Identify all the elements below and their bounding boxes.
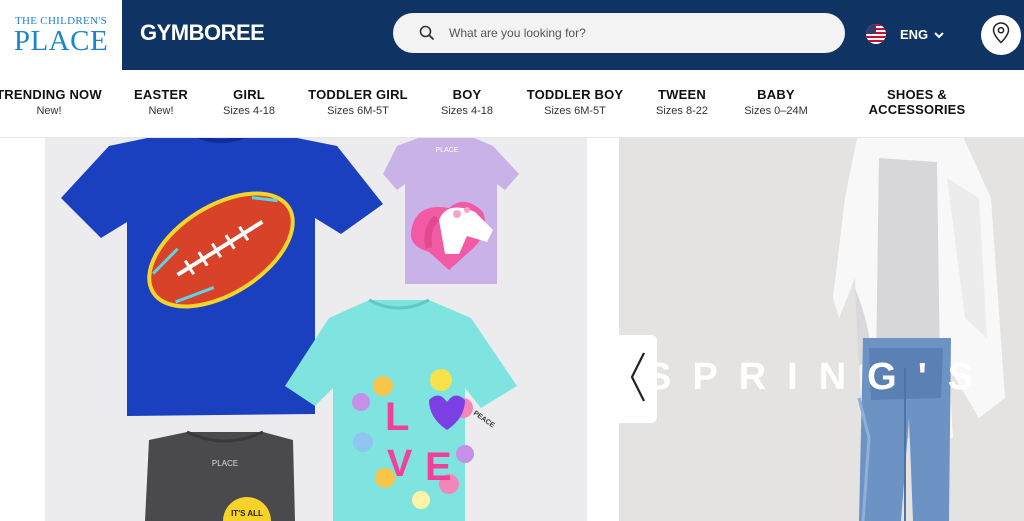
nav-item-subtitle: Sizes 6M-5T [327, 105, 389, 117]
nav-item-title: GIRL [233, 87, 265, 102]
logo-big-text: PLACE [13, 25, 109, 57]
shirt-tag: PLACE [212, 459, 238, 468]
graphic-tees-image: PLACE L V E PEACE PLACE IT'S ALL [61, 138, 519, 521]
nav-item-shoes-accessories[interactable]: SHOES & ACCESSORIES [869, 87, 966, 117]
nav-item-toddler-girl[interactable]: TODDLER GIRL Sizes 6M-5T [308, 87, 408, 118]
spring-promo[interactable] [619, 138, 1024, 521]
language-label: ENG [900, 26, 929, 42]
nav-item-title: TWEEN [658, 87, 706, 102]
nav-item-title: TODDLER BOY [526, 87, 624, 102]
nav-item-baby[interactable]: BABY Sizes 0–24M [744, 87, 808, 118]
nav-item-title: TRENDING NOW [0, 87, 102, 102]
spring-model-image [833, 138, 1005, 521]
nav-item-subtitle: Sizes 8-22 [656, 105, 708, 117]
nav-item-title: EASTER [134, 87, 188, 102]
search-bar[interactable] [393, 13, 845, 53]
shirt-tag: PLACE [436, 147, 459, 154]
location-pin-icon [992, 21, 1010, 49]
nav-item-subtitle: Sizes 6M-5T [544, 105, 606, 117]
hero-carousel: PLACE L V E PEACE PLACE IT'S ALL SPRING'… [0, 138, 1024, 521]
love-letter-e: E [425, 445, 452, 489]
site-header: THE CHILDREN'S PLACE GYMBOREE ENG [0, 0, 1024, 70]
store-locator-button[interactable] [981, 15, 1021, 55]
main-navigation: TRENDING NOW New! EASTER New! GIRL Sizes… [0, 70, 1024, 138]
nav-item-girl[interactable]: GIRL Sizes 4-18 [223, 87, 275, 118]
nav-item-title: SHOES & [887, 87, 947, 102]
search-icon[interactable] [417, 23, 437, 43]
nav-item-title: TODDLER GIRL [308, 87, 408, 102]
nav-item-title: BOY [452, 87, 482, 102]
badge-text: IT'S ALL [231, 509, 263, 518]
language-selector[interactable]: ENG [866, 24, 944, 44]
chevron-down-icon [934, 27, 944, 42]
nav-item-subtitle: Sizes 4-18 [223, 105, 275, 117]
slide-headline: SPRING'S IT [646, 356, 1024, 398]
grey-shirt [145, 432, 295, 521]
love-letter-v: V [387, 443, 413, 485]
gymboree-logo[interactable]: GYMBOREE [140, 20, 265, 46]
nav-item-toddler-boy[interactable]: TODDLER BOY Sizes 6M-5T [527, 87, 624, 118]
search-input[interactable] [449, 26, 809, 40]
peace-text: PEACE [472, 410, 496, 430]
nav-item-easter[interactable]: EASTER New! [134, 87, 188, 118]
nav-item-boy[interactable]: BOY Sizes 4-18 [441, 87, 493, 118]
nav-item-title-line2: ACCESSORIES [868, 102, 966, 117]
childrens-place-logo[interactable]: THE CHILDREN'S PLACE [0, 0, 122, 70]
nav-item-subtitle: Sizes 0–24M [744, 105, 808, 117]
graphic-tees-promo[interactable]: PLACE L V E PEACE PLACE IT'S ALL [45, 138, 587, 521]
love-letter-l: L [385, 395, 409, 439]
nav-item-subtitle: New! [36, 105, 62, 117]
us-flag-icon [866, 24, 886, 44]
nav-item-subtitle: Sizes 4-18 [441, 105, 493, 117]
chevron-left-icon [630, 351, 646, 408]
carousel-prev-button[interactable] [619, 335, 657, 423]
nav-item-title: BABY [757, 87, 795, 102]
nav-item-trending-now[interactable]: TRENDING NOW New! [0, 87, 102, 118]
nav-item-tween[interactable]: TWEEN Sizes 8-22 [656, 87, 708, 118]
nav-item-subtitle: New! [148, 105, 174, 117]
